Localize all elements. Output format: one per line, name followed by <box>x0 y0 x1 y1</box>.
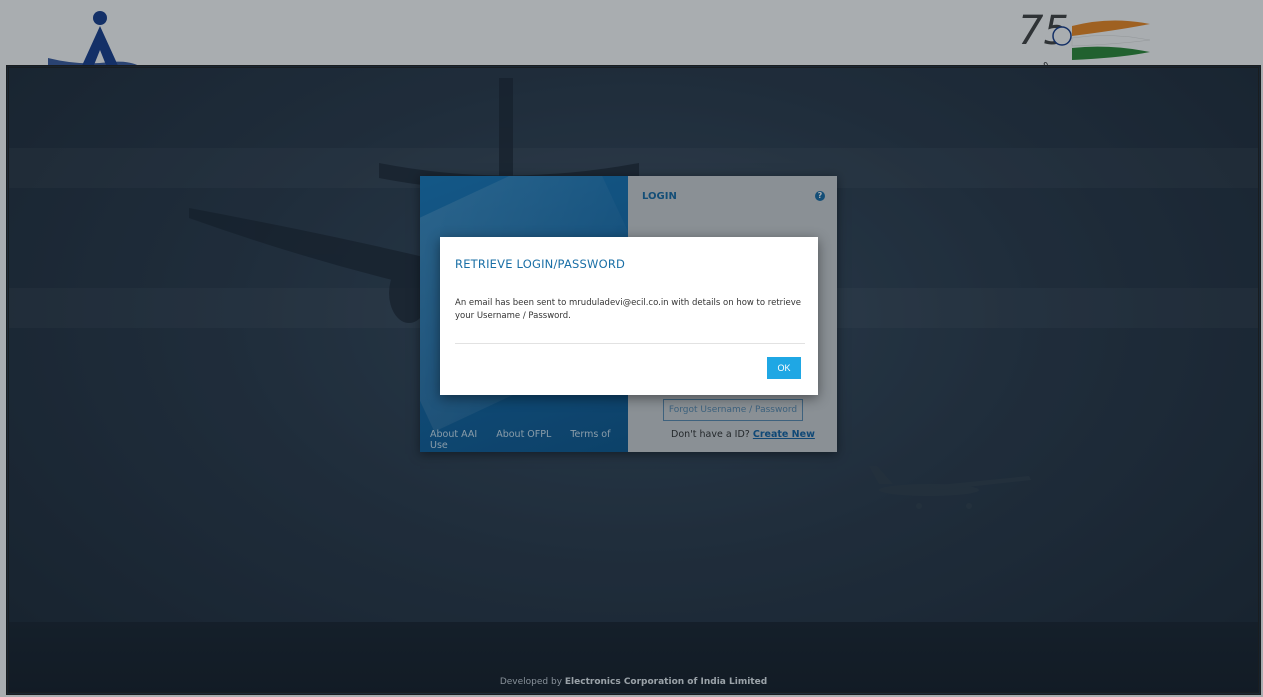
modal-message: An email has been sent to mruduladevi@ec… <box>455 298 802 321</box>
modal-title: RETRIEVE LOGIN/PASSWORD <box>455 257 626 271</box>
modal-divider <box>455 343 805 344</box>
ok-button[interactable]: OK <box>767 357 801 379</box>
retrieve-password-modal: RETRIEVE LOGIN/PASSWORD An email has bee… <box>440 237 818 395</box>
